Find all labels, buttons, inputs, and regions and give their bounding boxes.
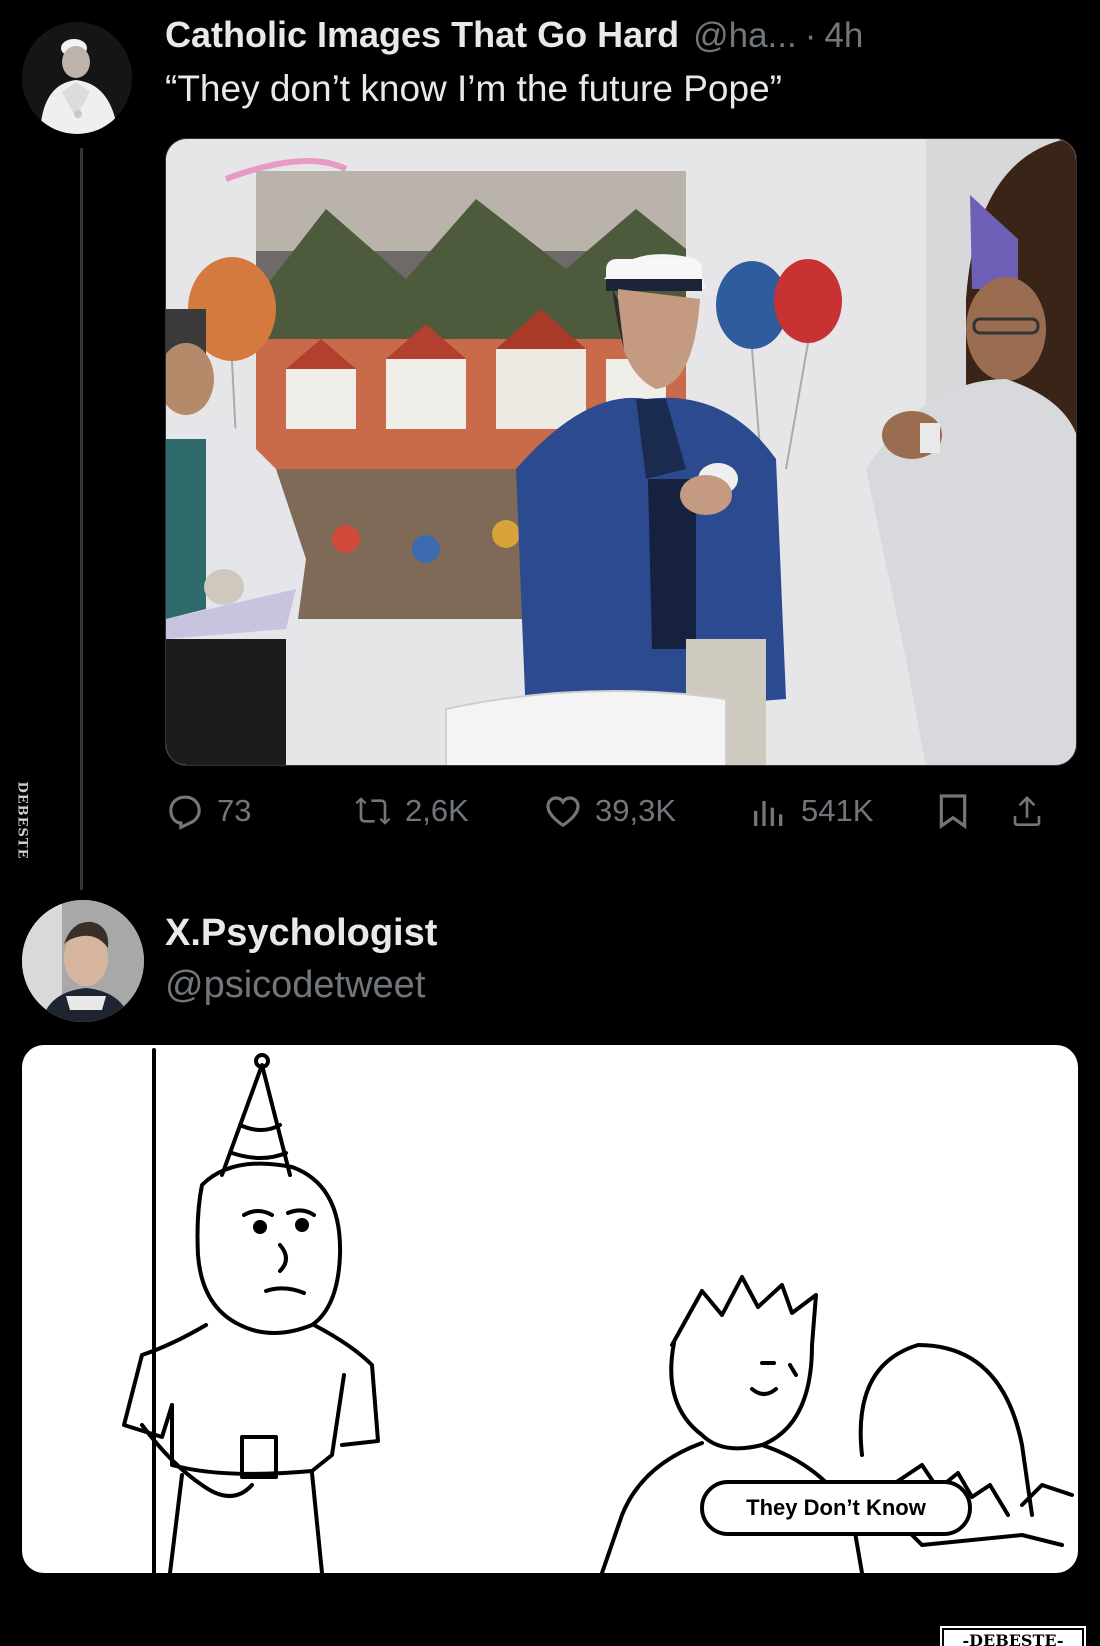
reply-icon (169, 795, 201, 830)
avatar[interactable] (22, 900, 144, 1022)
tweet-actions: 73 2,6K 39,3K 541K (165, 786, 1077, 836)
separator-dot: · (804, 16, 817, 55)
timestamp[interactable]: 4h (824, 16, 863, 56)
side-watermark: DEBESTE (10, 760, 34, 880)
heart-icon (546, 796, 580, 828)
tweet-photo[interactable] (165, 138, 1077, 766)
author-handle[interactable]: @ha... (693, 16, 797, 56)
reply-count: 73 (217, 793, 252, 828)
retweet-count: 2,6K (405, 793, 469, 828)
views-button[interactable]: 541K (749, 786, 873, 836)
share-button[interactable] (1007, 786, 1047, 836)
reply-button[interactable]: 73 (165, 786, 251, 836)
meme-caption: They Don’t Know (700, 1480, 972, 1536)
retweet-icon (355, 797, 391, 825)
author-display-name[interactable]: Catholic Images That Go Hard (165, 14, 679, 56)
bookmark-button[interactable] (933, 786, 973, 836)
avatar[interactable] (22, 22, 132, 134)
reply-author-handle[interactable]: @psicodetweet (165, 964, 425, 1007)
thread-line (80, 148, 83, 890)
reply-author-display-name[interactable]: X.Psychologist (165, 912, 437, 955)
share-icon (1013, 796, 1041, 826)
bookmark-icon (939, 794, 967, 830)
tweet-text: “They don’t know I’m the future Pope” (165, 68, 782, 109)
views-count: 541K (801, 793, 874, 828)
views-icon (754, 801, 783, 826)
retweet-button[interactable]: 2,6K (353, 786, 469, 836)
bottom-watermark: -DEBESTE- (940, 1626, 1086, 1646)
tweet-header: Catholic Images That Go Hard @ha... · 4h (165, 14, 863, 56)
like-count: 39,3K (595, 793, 677, 828)
like-button[interactable]: 39,3K (543, 786, 676, 836)
side-watermark-text: DEBESTE (14, 780, 30, 860)
